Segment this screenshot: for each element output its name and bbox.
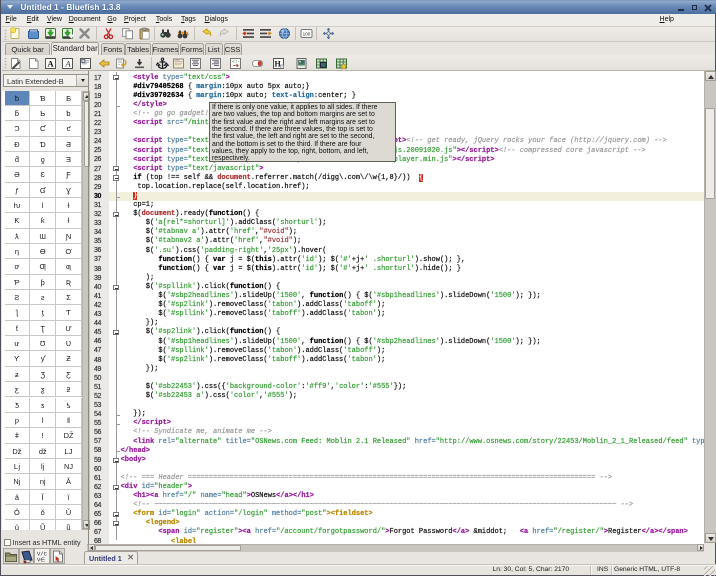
svg-text:A: A: [47, 58, 54, 68]
svg-text:<!-: <!-: [232, 59, 240, 65]
svg-text:V∈: V∈: [37, 557, 45, 564]
svg-text:A: A: [64, 59, 71, 68]
svg-text:100: 100: [303, 32, 311, 37]
